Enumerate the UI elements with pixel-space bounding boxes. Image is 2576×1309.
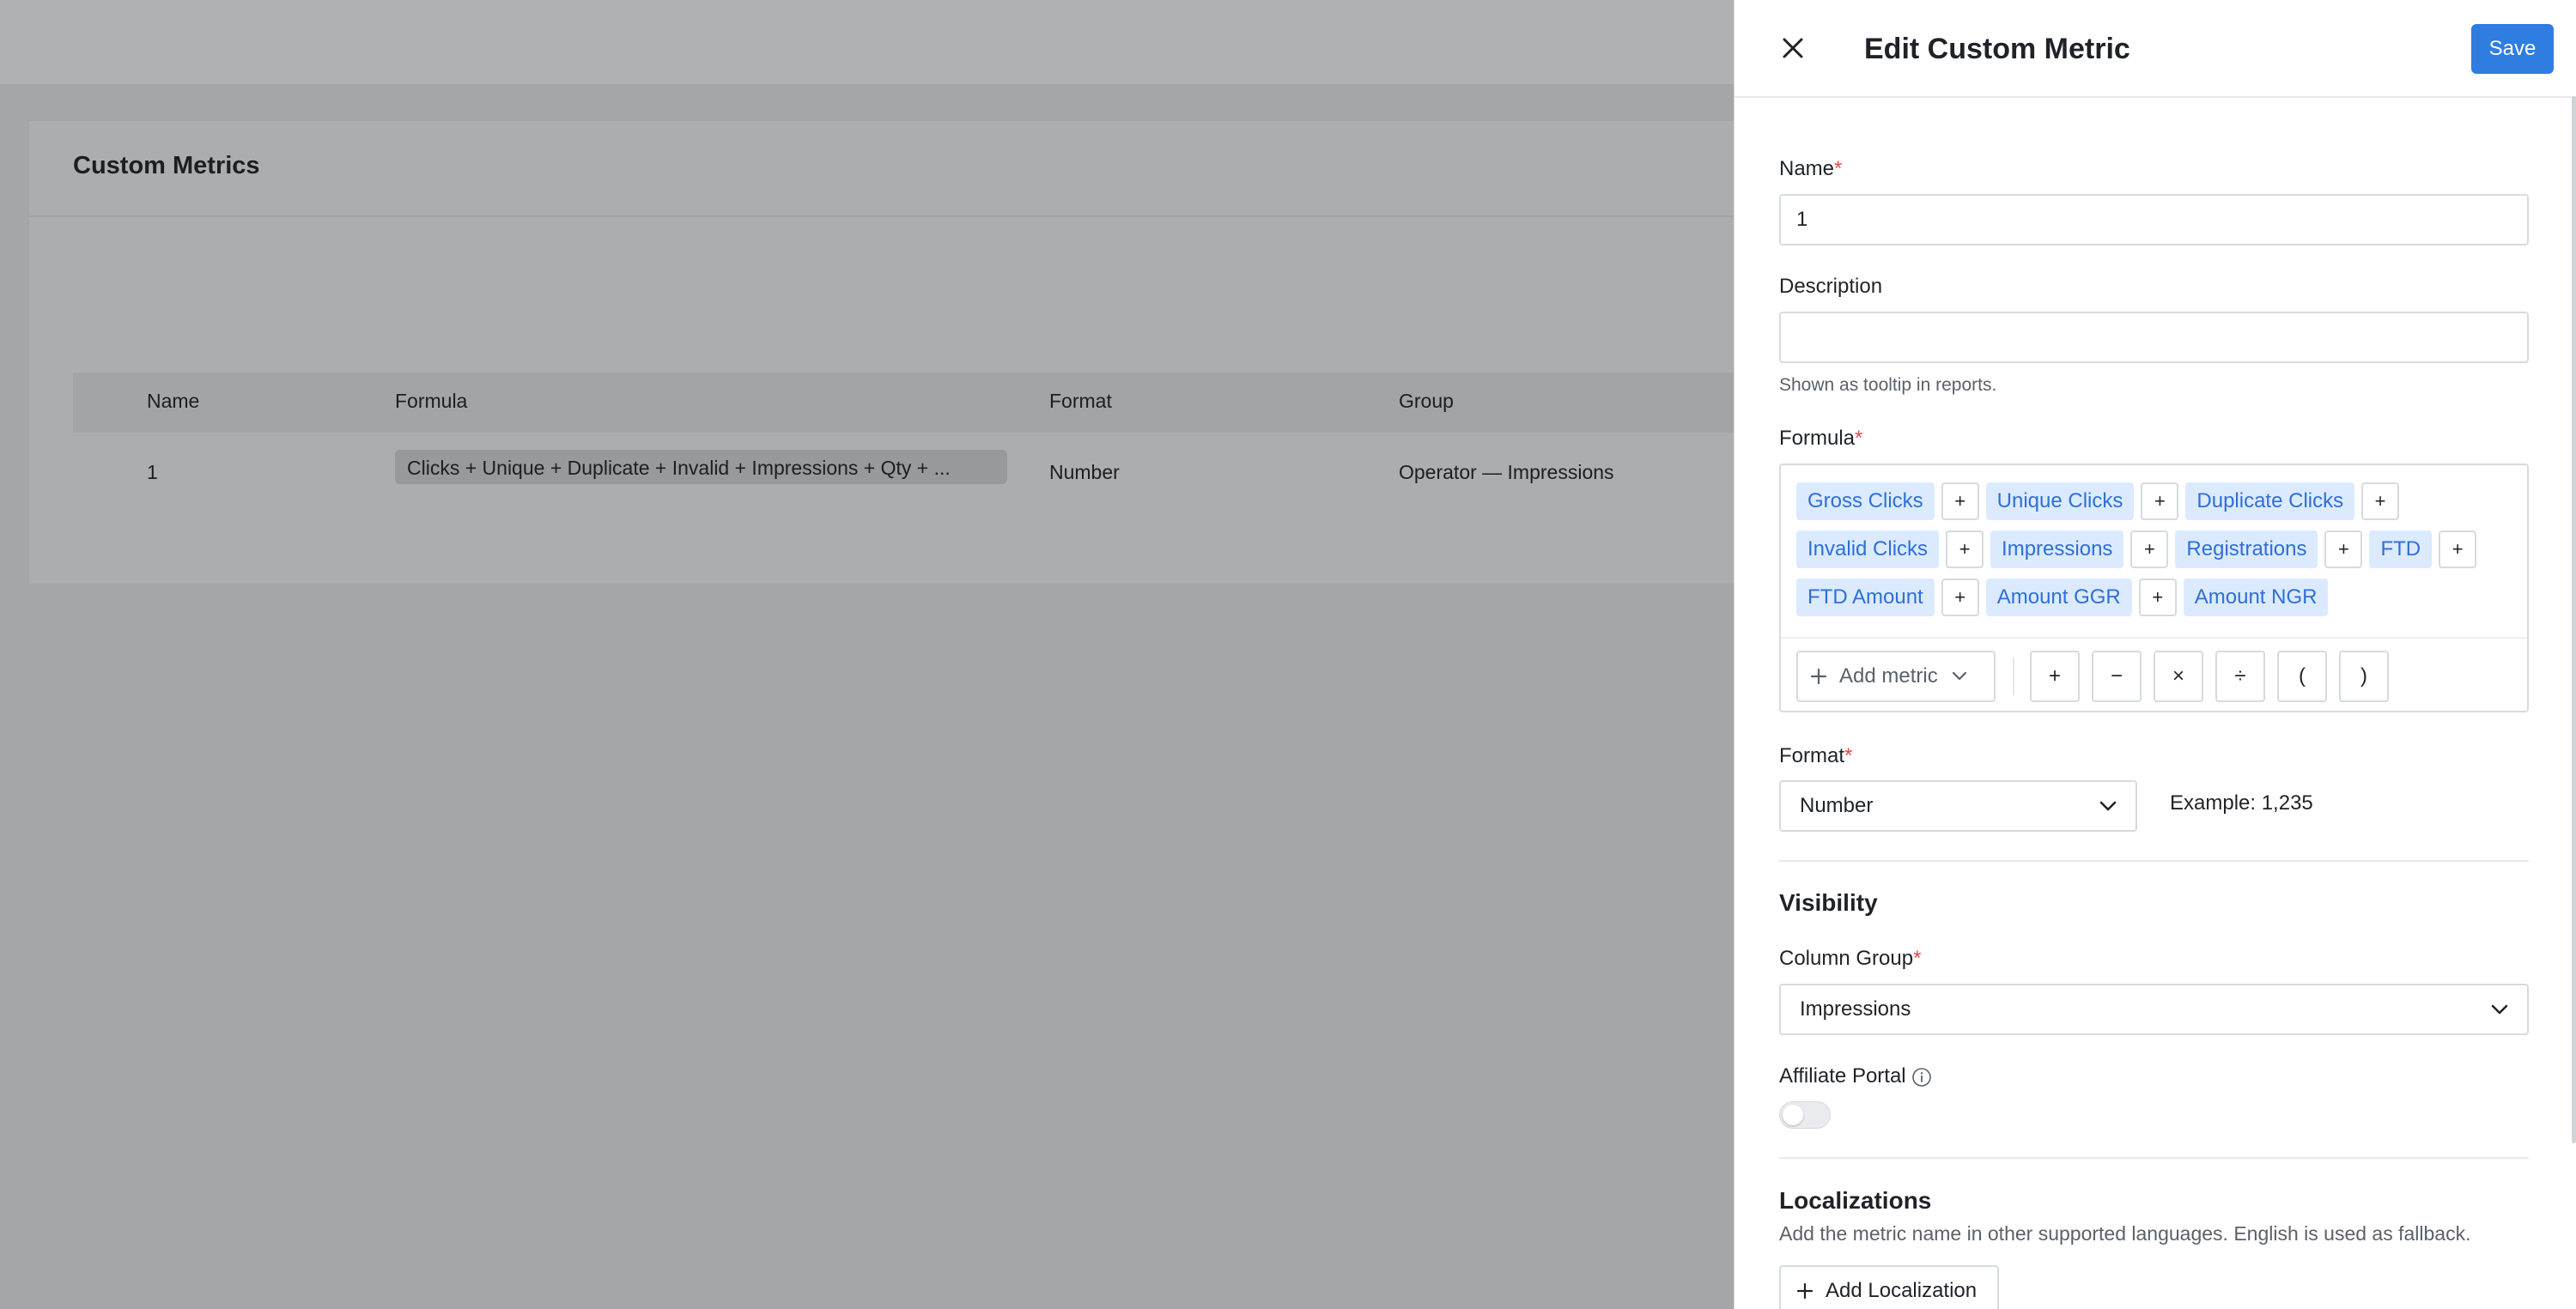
required-mark: * [1844, 744, 1853, 767]
table-row[interactable]: 1 Clicks + Unique + Duplicate + Invalid … [73, 433, 1832, 515]
formula-operator[interactable]: + [2361, 482, 2400, 520]
formula-metric-chip[interactable]: Impressions [1990, 530, 2124, 568]
drawer-header: Edit Custom Metric Save [1735, 0, 2576, 98]
add-localization-label: Add Localization [1826, 1279, 1978, 1302]
chevron-down-icon [1952, 671, 1966, 681]
formula-label: Formula* [1779, 427, 1862, 451]
plus-icon [1796, 1282, 1814, 1300]
affiliate-portal-label: Affiliate Portal [1779, 1064, 1932, 1088]
operator-plus-button[interactable]: + [2030, 651, 2080, 702]
formula-row-2: Invalid Clicks + Impressions + Registrat… [1796, 530, 2483, 568]
section-divider [1779, 1157, 2529, 1159]
column-header-name: Name [147, 390, 200, 412]
formula-metric-chip[interactable]: Unique Clicks [1985, 482, 2135, 520]
toolbar-separator [2013, 658, 2014, 695]
section-divider [1779, 860, 2529, 862]
description-help: Shown as tooltip in reports. [1779, 375, 1997, 395]
operator-multiply-button[interactable]: × [2154, 651, 2203, 702]
operator-open-paren-button[interactable]: ( [2277, 651, 2327, 702]
drawer-scrollbar[interactable] [2572, 96, 2576, 1143]
formula-operator[interactable]: + [1941, 579, 1979, 616]
formula-operator[interactable]: + [2324, 530, 2363, 568]
column-header-format: Format [1049, 390, 1112, 412]
edit-custom-metric-drawer: Edit Custom Metric Save Name* Descriptio… [1734, 0, 2576, 1309]
formula-metric-chip[interactable]: Gross Clicks [1796, 482, 1935, 520]
format-example: Example: 1,235 [2170, 791, 2313, 815]
add-metric-dropdown[interactable]: Add metric [1796, 651, 1996, 702]
chevron-down-icon [2491, 1004, 2508, 1014]
close-icon [1783, 38, 1803, 58]
formula-metric-chip[interactable]: Duplicate Clicks [2185, 482, 2355, 520]
card-divider [29, 215, 1831, 217]
column-header-group: Group [1399, 390, 1454, 412]
column-group-label: Column Group* [1779, 947, 1921, 971]
name-label: Name* [1779, 157, 1842, 181]
formula-metric-chip[interactable]: Amount GGR [1985, 579, 2132, 616]
name-input[interactable] [1779, 194, 2529, 245]
card-title: Custom Metrics [73, 152, 260, 179]
formula-metric-chip[interactable]: Registrations [2175, 530, 2318, 568]
formula-operator[interactable]: + [2439, 530, 2477, 568]
format-label: Format* [1779, 744, 1852, 768]
drawer-title: Edit Custom Metric [1864, 33, 2130, 65]
formula-operator[interactable]: + [1946, 530, 1984, 568]
visibility-section-title: Visibility [1779, 889, 1878, 916]
toggle-knob [1783, 1105, 1803, 1125]
close-button[interactable] [1776, 31, 1810, 65]
description-input[interactable] [1779, 312, 2529, 363]
cell-name: 1 [147, 461, 158, 483]
format-select-value: Number [1800, 794, 1874, 817]
formula-builder[interactable]: Gross Clicks + Unique Clicks + Duplicate… [1779, 464, 2529, 712]
plus-icon [1810, 668, 1827, 685]
operator-divide-button[interactable]: ÷ [2215, 651, 2265, 702]
cell-format: Number [1049, 461, 1120, 483]
operator-close-paren-button[interactable]: ) [2339, 651, 2389, 702]
affiliate-portal-label-text: Affiliate Portal [1779, 1064, 1906, 1088]
required-mark: * [1913, 947, 1922, 970]
add-localization-button[interactable]: Add Localization [1779, 1265, 1999, 1309]
formula-metric-chip[interactable]: Invalid Clicks [1796, 530, 1940, 568]
operator-minus-button[interactable]: − [2092, 651, 2142, 702]
localizations-description: Add the metric name in other supported l… [1779, 1222, 2471, 1245]
table-header: Name Formula Format Group [73, 373, 1832, 433]
column-group-select-value: Impressions [1800, 997, 1911, 1021]
formula-row-3: FTD Amount + Amount GGR + Amount NGR [1796, 579, 2329, 616]
formula-metric-chip[interactable]: Amount NGR [2183, 579, 2329, 616]
formula-row-1: Gross Clicks + Unique Clicks + Duplicate… [1796, 482, 2406, 520]
formula-label-text: Formula [1779, 427, 1856, 450]
cell-formula: Clicks + Unique + Duplicate + Invalid + … [395, 450, 1007, 484]
formula-metric-chip[interactable]: FTD [2369, 530, 2433, 568]
required-mark: * [1834, 157, 1843, 180]
add-metric-label: Add metric [1839, 664, 1938, 688]
formula-operator[interactable]: + [1941, 482, 1979, 520]
custom-metrics-card: Custom Metrics Name Formula Format Group… [28, 120, 1832, 585]
affiliate-portal-toggle[interactable] [1779, 1101, 1831, 1129]
description-label: Description [1779, 275, 1883, 298]
formula-operator[interactable]: + [2130, 530, 2169, 568]
column-group-select[interactable]: Impressions [1779, 984, 2529, 1035]
column-group-label-text: Column Group [1779, 947, 1914, 970]
formula-divider [1781, 637, 2527, 639]
required-mark: * [1855, 427, 1863, 450]
column-header-formula: Formula [395, 390, 468, 412]
localizations-section-title: Localizations [1779, 1187, 1932, 1214]
chevron-down-icon [2099, 801, 2117, 810]
save-button[interactable]: Save [2471, 24, 2554, 74]
name-label-text: Name [1779, 157, 1835, 180]
format-select[interactable]: Number [1779, 780, 2137, 832]
formula-metric-chip[interactable]: FTD Amount [1796, 579, 1935, 616]
formula-operator[interactable]: + [2141, 482, 2179, 520]
formula-operator[interactable]: + [2138, 579, 2177, 616]
format-label-text: Format [1779, 744, 1845, 767]
cell-group: Operator — Impressions [1399, 461, 1614, 483]
info-icon[interactable] [1911, 1067, 1932, 1088]
